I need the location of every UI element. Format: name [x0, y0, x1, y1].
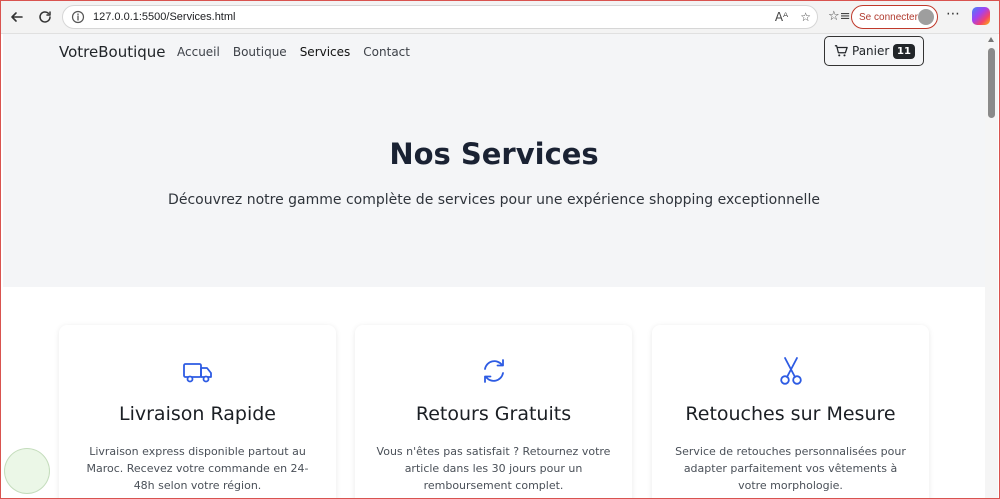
service-title: Retouches sur Mesure: [685, 403, 896, 425]
cart-button[interactable]: Panier 11: [824, 36, 924, 66]
favorites-icon[interactable]: ☆≡: [828, 9, 851, 24]
browser-toolbar: 127.0.0.1:5500/Services.html Aᴬ ☆ ☆≡ Se …: [0, 0, 1000, 34]
signin-button[interactable]: Se connecter: [851, 5, 938, 29]
scroll-up-icon[interactable]: [988, 37, 994, 42]
sync-icon: [483, 359, 504, 383]
address-bar[interactable]: 127.0.0.1:5500/Services.html Aᴬ ☆: [62, 5, 818, 29]
nav-item-accueil[interactable]: Accueil: [177, 45, 220, 59]
profile-avatar-icon: [918, 9, 934, 25]
read-aloud-icon[interactable]: Aᴬ: [775, 9, 788, 25]
service-description: Livraison express disponible partout au …: [86, 445, 309, 492]
service-card-retouches: Retouches sur Mesure Service de retouche…: [652, 325, 929, 499]
page-content: VotreBoutique Accueil Boutique Services …: [3, 34, 985, 499]
service-description: Service de retouches personnalisées pour…: [675, 445, 906, 492]
info-icon[interactable]: [71, 10, 85, 24]
nav-item-contact[interactable]: Contact: [363, 45, 410, 59]
truck-icon: [182, 363, 212, 383]
scissors-icon: [779, 357, 802, 385]
signin-label: Se connecter: [859, 11, 918, 23]
nav-menu: Accueil Boutique Services Contact: [177, 45, 410, 59]
scrollbar-thumb[interactable]: [988, 48, 995, 118]
service-title: Livraison Rapide: [119, 403, 276, 425]
reload-button[interactable]: [34, 6, 56, 28]
service-title: Retours Gratuits: [415, 403, 572, 425]
arrow-left-icon: [11, 11, 23, 22]
page-subtitle: Découvrez notre gamme complète de servic…: [168, 192, 820, 208]
nav-item-services[interactable]: Services: [300, 45, 351, 59]
cart-count-badge: 11: [893, 44, 915, 59]
cart-icon: [834, 45, 848, 57]
more-options-icon[interactable]: ⋯: [946, 6, 961, 22]
service-description: Vous n'êtes pas satisfait ? Retournez vo…: [376, 445, 611, 492]
favorite-star-icon[interactable]: ☆: [800, 9, 811, 25]
service-card-retours: Retours Gratuits Vous n'êtes pas satisfa…: [355, 325, 632, 499]
watermark-logo: [4, 448, 50, 494]
site-navbar: VotreBoutique Accueil Boutique Services …: [3, 34, 985, 70]
url-text: 127.0.0.1:5500/Services.html: [93, 11, 236, 23]
reload-icon: [39, 10, 51, 23]
brand-logo[interactable]: VotreBoutique: [59, 43, 166, 61]
hero-section: VotreBoutique Accueil Boutique Services …: [3, 34, 985, 287]
page-title: Nos Services: [389, 137, 599, 171]
copilot-icon[interactable]: [972, 7, 990, 25]
cart-label: Panier: [852, 44, 890, 58]
back-button[interactable]: [6, 6, 28, 28]
page-scrollbar[interactable]: [985, 34, 998, 499]
nav-item-boutique[interactable]: Boutique: [233, 45, 287, 59]
service-card-livraison: Livraison Rapide Livraison express dispo…: [59, 325, 336, 499]
